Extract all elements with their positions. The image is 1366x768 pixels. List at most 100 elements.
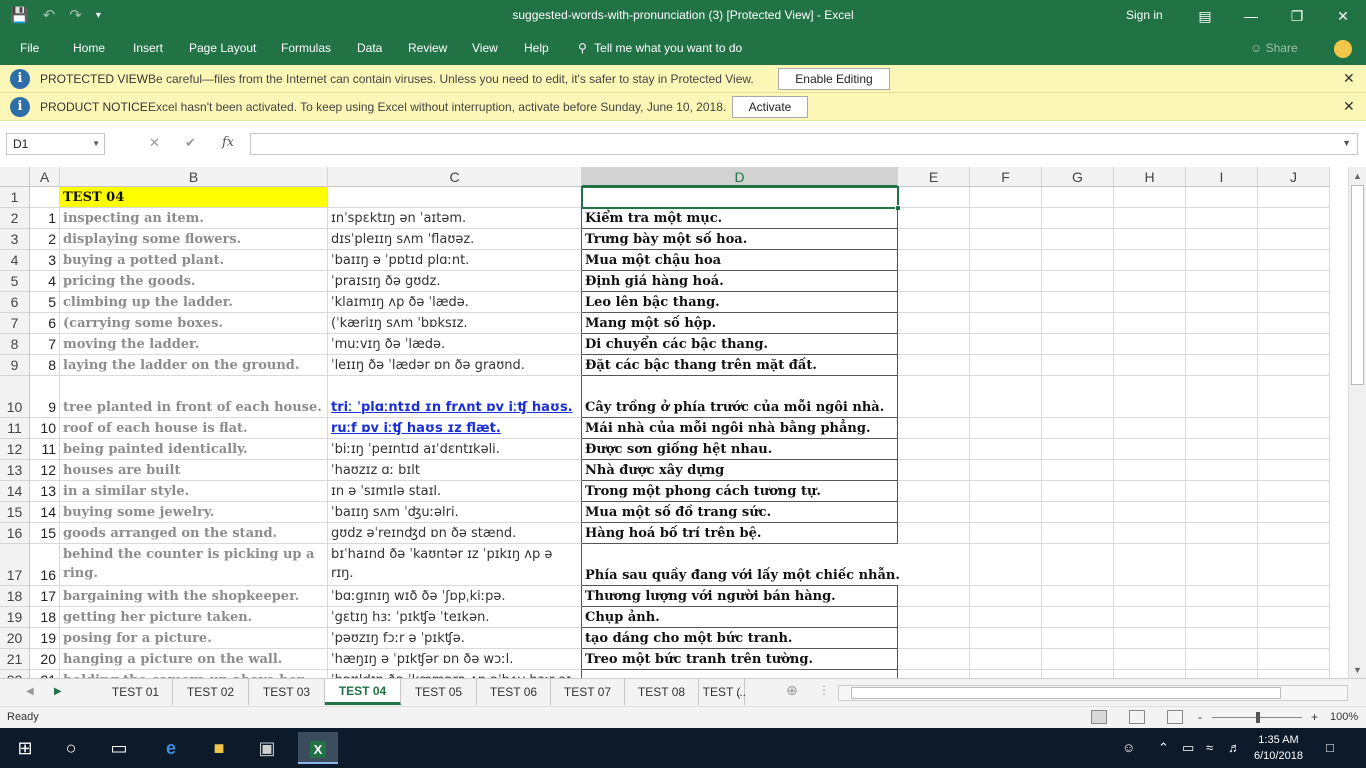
empty-cell[interactable] <box>1114 208 1186 229</box>
tab-home[interactable]: Home <box>73 41 105 55</box>
empty-cell[interactable] <box>1186 187 1258 208</box>
row-number-cell[interactable]: 13 <box>30 481 60 502</box>
empty-cell[interactable] <box>1042 355 1114 376</box>
empty-cell[interactable] <box>1114 649 1186 670</box>
row-number-cell[interactable]: 16 <box>30 544 60 586</box>
english-phrase-cell[interactable]: posing for a picture. <box>60 628 328 649</box>
column-header-j[interactable]: J <box>1258 167 1330 187</box>
empty-cell[interactable] <box>1186 481 1258 502</box>
empty-cell[interactable] <box>1042 544 1114 586</box>
empty-cell[interactable] <box>970 187 1042 208</box>
tab-review[interactable]: Review <box>408 41 447 55</box>
sheet-tab-8[interactable]: TEST 08 <box>625 679 699 705</box>
vietnamese-translation-cell[interactable]: Trưng bày một số hoa. <box>582 229 898 250</box>
empty-cell[interactable] <box>1042 439 1114 460</box>
row-header-19[interactable]: 19 <box>0 607 30 628</box>
vietnamese-translation-cell[interactable]: Hàng hoá bố trí trên bệ. <box>582 523 898 544</box>
edge-browser-icon[interactable]: e <box>158 736 184 760</box>
pronunciation-cell[interactable]: (ˈkæriɪŋ sʌm ˈbɒksɪz. <box>328 313 582 334</box>
pronunciation-cell[interactable]: ˈleɪɪŋ ðə ˈlædər ɒn ðə graʊnd. <box>328 355 582 376</box>
vietnamese-translation-cell[interactable]: Chụp ảnh. <box>582 607 898 628</box>
empty-cell[interactable] <box>1042 460 1114 481</box>
windows-start-icon[interactable]: ⊞ <box>12 736 38 760</box>
expand-formula-icon[interactable]: ▼ <box>1342 138 1351 148</box>
chevron-down-icon[interactable]: ▼ <box>92 134 100 154</box>
tell-me-search[interactable]: ⚲ Tell me what you want to do <box>578 41 742 55</box>
restore-icon[interactable]: ❐ <box>1282 4 1312 28</box>
empty-cell[interactable] <box>1258 439 1330 460</box>
pronunciation-cell[interactable]: ˈbɑːgɪnɪŋ wɪð ðə ˈʃɒpˌkiːpə. <box>328 586 582 607</box>
empty-cell[interactable] <box>1114 523 1186 544</box>
empty-cell[interactable] <box>1186 607 1258 628</box>
share-button[interactable]: ☺ Share <box>1250 41 1298 55</box>
store-icon[interactable]: ▣ <box>254 736 280 760</box>
empty-cell[interactable] <box>898 292 970 313</box>
empty-cell[interactable] <box>1042 208 1114 229</box>
empty-cell[interactable] <box>898 586 970 607</box>
empty-cell[interactable] <box>1186 439 1258 460</box>
empty-cell[interactable] <box>970 460 1042 481</box>
column-header-h[interactable]: H <box>1114 167 1186 187</box>
english-phrase-cell[interactable]: behind the counter is picking up a ring. <box>60 544 328 586</box>
pronunciation-cell[interactable]: ˈbiːɪŋ ˈpeɪntɪd aɪˈdɛntɪkəli. <box>328 439 582 460</box>
pronunciation-cell[interactable]: ruːf ɒv iːʧ haʊs ɪz flæt. <box>328 418 582 439</box>
vietnamese-translation-cell[interactable] <box>582 670 898 678</box>
row-number-cell[interactable]: 9 <box>30 376 60 418</box>
row-number-cell[interactable]: 17 <box>30 586 60 607</box>
empty-cell[interactable] <box>970 313 1042 334</box>
empty-cell[interactable] <box>1186 649 1258 670</box>
empty-cell[interactable] <box>898 313 970 334</box>
vietnamese-translation-cell[interactable]: Trong một phong cách tương tự. <box>582 481 898 502</box>
empty-cell[interactable] <box>1186 250 1258 271</box>
empty-cell[interactable] <box>1114 376 1186 418</box>
english-phrase-cell[interactable]: bargaining with the shopkeeper. <box>60 586 328 607</box>
tab-data[interactable]: Data <box>357 41 382 55</box>
worksheet-grid[interactable]: A B C D E F G H I J 1 TEST 04 2 1 inspecting an item. ɪ… <box>0 167 1348 678</box>
empty-cell[interactable] <box>1042 670 1114 678</box>
row-header-12[interactable]: 12 <box>0 439 30 460</box>
pronunciation-cell[interactable]: ˈklaɪmɪŋ ʌp ðə ˈlædə. <box>328 292 582 313</box>
row-number-cell[interactable]: 19 <box>30 628 60 649</box>
pronunciation-cell[interactable]: ɪnˈspɛktɪŋ ən ˈaɪtəm. <box>328 208 582 229</box>
empty-cell[interactable] <box>1258 607 1330 628</box>
empty-cell[interactable] <box>1186 544 1258 586</box>
row-header-17[interactable]: 17 <box>0 544 30 586</box>
empty-cell[interactable] <box>898 334 970 355</box>
english-phrase-cell[interactable]: houses are built <box>60 460 328 481</box>
english-phrase-cell[interactable]: laying the ladder on the ground. <box>60 355 328 376</box>
empty-cell[interactable] <box>898 502 970 523</box>
column-header-g[interactable]: G <box>1042 167 1114 187</box>
sheet-tab-1[interactable]: TEST 01 <box>99 679 173 705</box>
row-header-18[interactable]: 18 <box>0 586 30 607</box>
next-sheet-icon[interactable]: ▶ <box>54 686 62 697</box>
row-number-cell[interactable]: 4 <box>30 271 60 292</box>
row-header-15[interactable]: 15 <box>0 502 30 523</box>
empty-cell[interactable] <box>1258 460 1330 481</box>
empty-cell[interactable] <box>898 460 970 481</box>
vietnamese-translation-cell[interactable]: Phía sau quầy đang với lấy một chiếc nhẫ… <box>582 544 900 586</box>
tab-formulas[interactable]: Formulas <box>281 41 331 55</box>
english-phrase-cell[interactable]: pricing the goods. <box>60 271 328 292</box>
empty-cell[interactable] <box>898 355 970 376</box>
empty-cell[interactable] <box>1186 313 1258 334</box>
empty-cell[interactable] <box>1042 607 1114 628</box>
tab-file[interactable]: File <box>20 41 39 55</box>
empty-cell[interactable] <box>1186 523 1258 544</box>
row-header-8[interactable]: 8 <box>0 334 30 355</box>
vertical-scrollbar[interactable]: ▲ ▼ <box>1348 167 1366 678</box>
column-header-d[interactable]: D <box>582 167 898 187</box>
tab-page-layout[interactable]: Page Layout <box>189 41 256 55</box>
notification-icon[interactable]: □ <box>1326 740 1334 755</box>
empty-cell[interactable] <box>1114 544 1186 586</box>
vietnamese-translation-cell[interactable]: Mua một số đồ trang sức. <box>582 502 898 523</box>
empty-cell[interactable] <box>1258 502 1330 523</box>
row-number-cell[interactable]: 8 <box>30 355 60 376</box>
search-circle-icon[interactable]: ○ <box>58 736 84 760</box>
empty-cell[interactable] <box>1042 229 1114 250</box>
empty-cell[interactable] <box>970 376 1042 418</box>
empty-cell[interactable] <box>1042 502 1114 523</box>
english-phrase-cell[interactable]: moving the ladder. <box>60 334 328 355</box>
pronunciation-cell[interactable]: ˈbaɪɪŋ sʌm ˈʤuːəlri. <box>328 502 582 523</box>
name-box[interactable]: D1 ▼ <box>6 133 105 155</box>
empty-cell[interactable] <box>970 418 1042 439</box>
